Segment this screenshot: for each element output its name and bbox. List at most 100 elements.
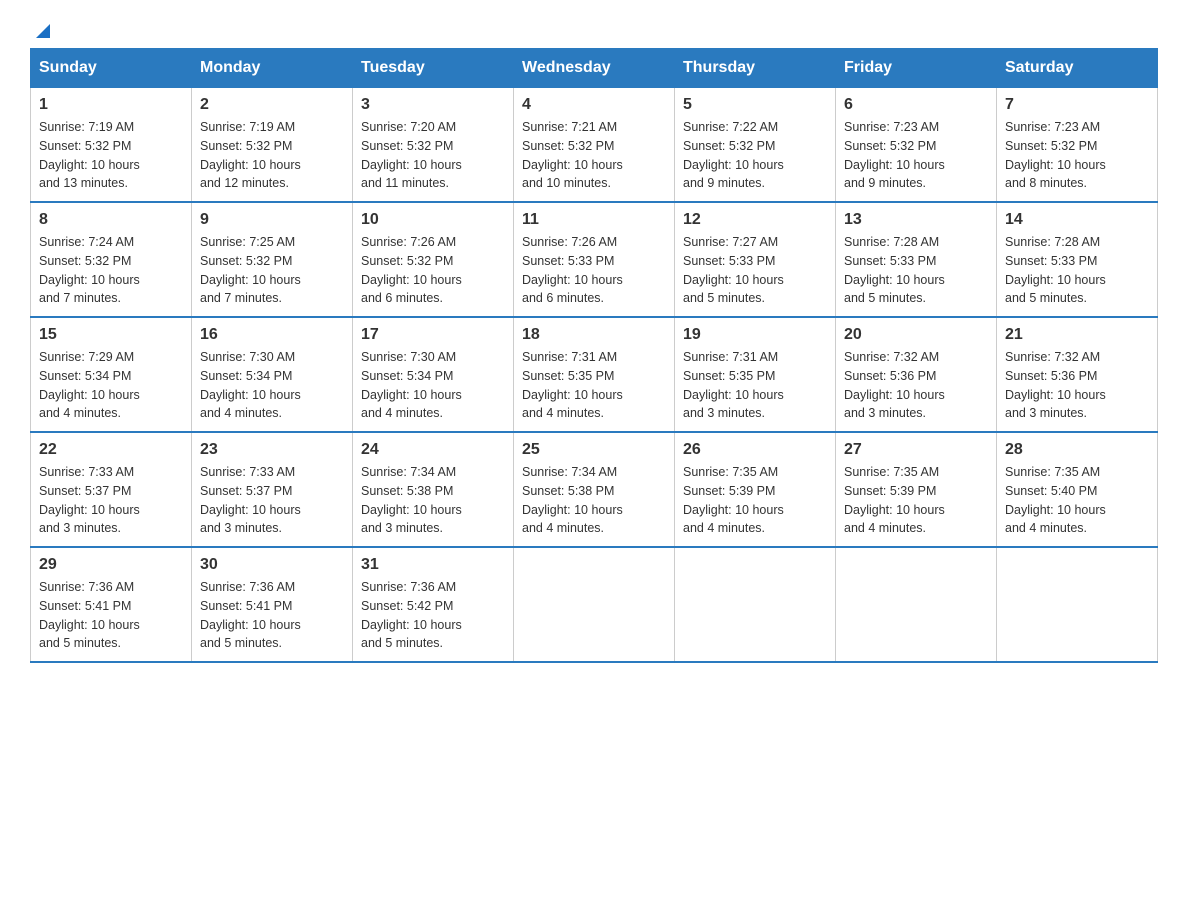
calendar-week-row: 22 Sunrise: 7:33 AM Sunset: 5:37 PM Dayl… [31, 432, 1158, 547]
day-number: 4 [522, 96, 666, 114]
day-info: Sunrise: 7:28 AM Sunset: 5:33 PM Dayligh… [844, 233, 988, 308]
day-info: Sunrise: 7:26 AM Sunset: 5:32 PM Dayligh… [361, 233, 505, 308]
day-number: 27 [844, 441, 988, 459]
col-header-monday: Monday [192, 49, 353, 88]
calendar-week-row: 15 Sunrise: 7:29 AM Sunset: 5:34 PM Dayl… [31, 317, 1158, 432]
calendar-cell: 21 Sunrise: 7:32 AM Sunset: 5:36 PM Dayl… [997, 317, 1158, 432]
day-number: 19 [683, 326, 827, 344]
page-header [30, 20, 1158, 38]
day-info: Sunrise: 7:35 AM Sunset: 5:40 PM Dayligh… [1005, 463, 1149, 538]
day-number: 22 [39, 441, 183, 459]
logo [30, 20, 56, 38]
calendar-cell: 2 Sunrise: 7:19 AM Sunset: 5:32 PM Dayli… [192, 88, 353, 203]
calendar-cell: 4 Sunrise: 7:21 AM Sunset: 5:32 PM Dayli… [514, 88, 675, 203]
calendar-cell: 9 Sunrise: 7:25 AM Sunset: 5:32 PM Dayli… [192, 202, 353, 317]
calendar-cell: 15 Sunrise: 7:29 AM Sunset: 5:34 PM Dayl… [31, 317, 192, 432]
calendar-week-row: 29 Sunrise: 7:36 AM Sunset: 5:41 PM Dayl… [31, 547, 1158, 662]
calendar-cell: 19 Sunrise: 7:31 AM Sunset: 5:35 PM Dayl… [675, 317, 836, 432]
calendar-cell: 27 Sunrise: 7:35 AM Sunset: 5:39 PM Dayl… [836, 432, 997, 547]
day-info: Sunrise: 7:32 AM Sunset: 5:36 PM Dayligh… [1005, 348, 1149, 423]
day-number: 29 [39, 556, 183, 574]
col-header-saturday: Saturday [997, 49, 1158, 88]
day-info: Sunrise: 7:33 AM Sunset: 5:37 PM Dayligh… [200, 463, 344, 538]
col-header-tuesday: Tuesday [353, 49, 514, 88]
day-number: 20 [844, 326, 988, 344]
calendar-cell: 3 Sunrise: 7:20 AM Sunset: 5:32 PM Dayli… [353, 88, 514, 203]
day-info: Sunrise: 7:19 AM Sunset: 5:32 PM Dayligh… [39, 118, 183, 193]
day-number: 7 [1005, 96, 1149, 114]
day-number: 30 [200, 556, 344, 574]
day-info: Sunrise: 7:36 AM Sunset: 5:41 PM Dayligh… [200, 578, 344, 653]
day-info: Sunrise: 7:32 AM Sunset: 5:36 PM Dayligh… [844, 348, 988, 423]
calendar-cell: 7 Sunrise: 7:23 AM Sunset: 5:32 PM Dayli… [997, 88, 1158, 203]
calendar-cell: 10 Sunrise: 7:26 AM Sunset: 5:32 PM Dayl… [353, 202, 514, 317]
calendar-cell: 11 Sunrise: 7:26 AM Sunset: 5:33 PM Dayl… [514, 202, 675, 317]
day-number: 5 [683, 96, 827, 114]
calendar-cell: 25 Sunrise: 7:34 AM Sunset: 5:38 PM Dayl… [514, 432, 675, 547]
day-number: 13 [844, 211, 988, 229]
day-number: 1 [39, 96, 183, 114]
col-header-sunday: Sunday [31, 49, 192, 88]
calendar-cell: 18 Sunrise: 7:31 AM Sunset: 5:35 PM Dayl… [514, 317, 675, 432]
calendar-week-row: 1 Sunrise: 7:19 AM Sunset: 5:32 PM Dayli… [31, 88, 1158, 203]
day-info: Sunrise: 7:26 AM Sunset: 5:33 PM Dayligh… [522, 233, 666, 308]
day-number: 14 [1005, 211, 1149, 229]
calendar-cell: 22 Sunrise: 7:33 AM Sunset: 5:37 PM Dayl… [31, 432, 192, 547]
day-info: Sunrise: 7:34 AM Sunset: 5:38 PM Dayligh… [522, 463, 666, 538]
calendar-cell: 6 Sunrise: 7:23 AM Sunset: 5:32 PM Dayli… [836, 88, 997, 203]
calendar-cell [675, 547, 836, 662]
day-number: 21 [1005, 326, 1149, 344]
calendar-cell: 8 Sunrise: 7:24 AM Sunset: 5:32 PM Dayli… [31, 202, 192, 317]
day-number: 3 [361, 96, 505, 114]
calendar-cell: 13 Sunrise: 7:28 AM Sunset: 5:33 PM Dayl… [836, 202, 997, 317]
day-info: Sunrise: 7:23 AM Sunset: 5:32 PM Dayligh… [1005, 118, 1149, 193]
calendar-cell: 5 Sunrise: 7:22 AM Sunset: 5:32 PM Dayli… [675, 88, 836, 203]
calendar-cell: 23 Sunrise: 7:33 AM Sunset: 5:37 PM Dayl… [192, 432, 353, 547]
col-header-wednesday: Wednesday [514, 49, 675, 88]
day-number: 2 [200, 96, 344, 114]
calendar-cell: 16 Sunrise: 7:30 AM Sunset: 5:34 PM Dayl… [192, 317, 353, 432]
logo-triangle-icon [32, 20, 54, 42]
day-number: 24 [361, 441, 505, 459]
day-number: 16 [200, 326, 344, 344]
col-header-friday: Friday [836, 49, 997, 88]
calendar-cell: 20 Sunrise: 7:32 AM Sunset: 5:36 PM Dayl… [836, 317, 997, 432]
calendar-cell: 28 Sunrise: 7:35 AM Sunset: 5:40 PM Dayl… [997, 432, 1158, 547]
day-number: 18 [522, 326, 666, 344]
day-info: Sunrise: 7:35 AM Sunset: 5:39 PM Dayligh… [844, 463, 988, 538]
day-info: Sunrise: 7:29 AM Sunset: 5:34 PM Dayligh… [39, 348, 183, 423]
day-info: Sunrise: 7:25 AM Sunset: 5:32 PM Dayligh… [200, 233, 344, 308]
day-number: 26 [683, 441, 827, 459]
day-number: 11 [522, 211, 666, 229]
calendar-cell: 26 Sunrise: 7:35 AM Sunset: 5:39 PM Dayl… [675, 432, 836, 547]
day-info: Sunrise: 7:33 AM Sunset: 5:37 PM Dayligh… [39, 463, 183, 538]
calendar-cell: 30 Sunrise: 7:36 AM Sunset: 5:41 PM Dayl… [192, 547, 353, 662]
calendar-cell [997, 547, 1158, 662]
calendar-header-row: SundayMondayTuesdayWednesdayThursdayFrid… [31, 49, 1158, 88]
day-number: 17 [361, 326, 505, 344]
calendar-table: SundayMondayTuesdayWednesdayThursdayFrid… [30, 48, 1158, 663]
calendar-cell: 17 Sunrise: 7:30 AM Sunset: 5:34 PM Dayl… [353, 317, 514, 432]
day-info: Sunrise: 7:31 AM Sunset: 5:35 PM Dayligh… [522, 348, 666, 423]
day-info: Sunrise: 7:34 AM Sunset: 5:38 PM Dayligh… [361, 463, 505, 538]
day-number: 31 [361, 556, 505, 574]
calendar-cell [836, 547, 997, 662]
day-info: Sunrise: 7:30 AM Sunset: 5:34 PM Dayligh… [361, 348, 505, 423]
day-number: 28 [1005, 441, 1149, 459]
calendar-cell: 1 Sunrise: 7:19 AM Sunset: 5:32 PM Dayli… [31, 88, 192, 203]
day-number: 10 [361, 211, 505, 229]
day-info: Sunrise: 7:36 AM Sunset: 5:41 PM Dayligh… [39, 578, 183, 653]
calendar-cell [514, 547, 675, 662]
day-number: 9 [200, 211, 344, 229]
day-number: 25 [522, 441, 666, 459]
day-info: Sunrise: 7:22 AM Sunset: 5:32 PM Dayligh… [683, 118, 827, 193]
calendar-cell: 12 Sunrise: 7:27 AM Sunset: 5:33 PM Dayl… [675, 202, 836, 317]
col-header-thursday: Thursday [675, 49, 836, 88]
day-info: Sunrise: 7:30 AM Sunset: 5:34 PM Dayligh… [200, 348, 344, 423]
day-number: 6 [844, 96, 988, 114]
day-number: 8 [39, 211, 183, 229]
calendar-cell: 31 Sunrise: 7:36 AM Sunset: 5:42 PM Dayl… [353, 547, 514, 662]
day-info: Sunrise: 7:20 AM Sunset: 5:32 PM Dayligh… [361, 118, 505, 193]
day-info: Sunrise: 7:21 AM Sunset: 5:32 PM Dayligh… [522, 118, 666, 193]
day-number: 12 [683, 211, 827, 229]
